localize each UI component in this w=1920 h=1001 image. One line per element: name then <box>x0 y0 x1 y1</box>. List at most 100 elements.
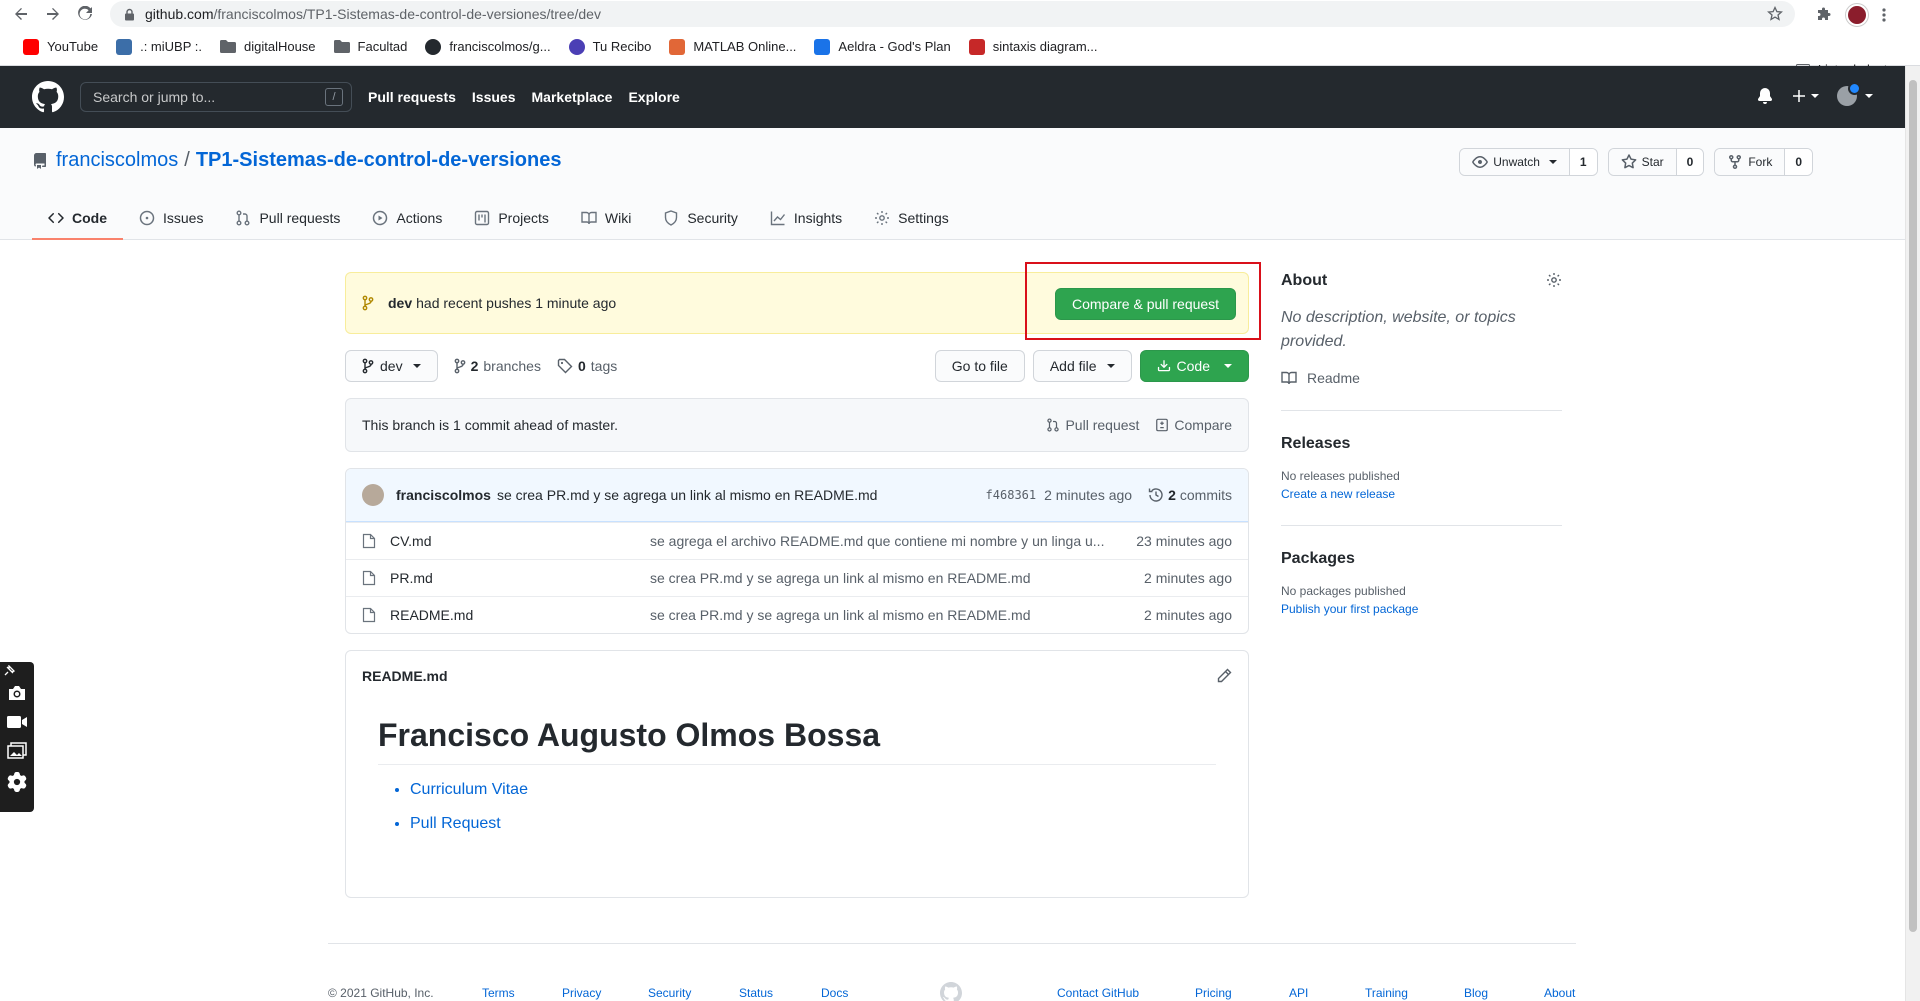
tab-code[interactable]: Code <box>32 198 123 240</box>
bookmark-star-icon[interactable] <box>1767 6 1783 22</box>
packages-title[interactable]: Packages <box>1281 550 1562 568</box>
extensions-puzzle-icon[interactable] <box>1816 7 1832 23</box>
address-bar[interactable]: github.com/franciscolmos/TP1-Sistemas-de… <box>110 1 1795 27</box>
file-row[interactable]: README.md se crea PR.md y se agrega un l… <box>346 596 1248 633</box>
search-input[interactable]: Search or jump to... / <box>80 82 352 112</box>
nav-pull-requests[interactable]: Pull requests <box>368 89 456 105</box>
footer-link-docs[interactable]: Docs <box>821 986 848 1000</box>
code-download-button[interactable]: Code <box>1139 350 1249 382</box>
releases-title[interactable]: Releases <box>1281 435 1562 453</box>
add-file-button[interactable]: Add file <box>1032 350 1132 382</box>
file-name-link[interactable]: CV.md <box>390 533 650 549</box>
reload-icon[interactable] <box>70 0 100 28</box>
compare-pull-request-button[interactable]: Compare & pull request <box>1055 288 1237 320</box>
user-menu[interactable] <box>1837 82 1873 106</box>
create-new-menu[interactable] <box>1791 88 1819 104</box>
scrollbar-thumb[interactable] <box>1909 80 1917 932</box>
tags-link[interactable]: 0 tags <box>557 358 617 374</box>
bookmark-digitalhouse[interactable]: digitalHouse <box>211 34 325 60</box>
bookmark-matlab[interactable]: MATLAB Online... <box>660 34 805 60</box>
camera-icon[interactable] <box>7 684 27 702</box>
readme-link-pr[interactable]: Pull Request <box>410 815 501 832</box>
chrome-menu-icon[interactable] <box>1882 7 1886 23</box>
file-commit-message[interactable]: se crea PR.md y se agrega un link al mis… <box>650 570 1110 586</box>
file-name-link[interactable]: PR.md <box>390 570 650 586</box>
gear-icon[interactable] <box>7 772 27 792</box>
tab-actions[interactable]: Actions <box>356 198 458 240</box>
bookmark-github[interactable]: franciscolmos/g... <box>416 34 559 60</box>
commit-author-link[interactable]: franciscolmos <box>396 487 491 503</box>
repo-name-link[interactable]: TP1-Sistemas-de-control-de-versiones <box>196 149 562 172</box>
pencil-icon[interactable] <box>1216 668 1232 684</box>
bookmark-tu-recibo[interactable]: Tu Recibo <box>560 34 661 60</box>
footer-link-about[interactable]: About <box>1544 986 1575 1000</box>
footer-link-pricing[interactable]: Pricing <box>1195 986 1232 1000</box>
folder-icon <box>219 40 236 53</box>
commit-sha-link[interactable]: f468361 <box>986 488 1037 502</box>
packages-section: Packages No packages published Publish y… <box>1281 550 1562 640</box>
tab-wiki[interactable]: Wiki <box>565 198 647 240</box>
footer-copyright: © 2021 GitHub, Inc. <box>328 986 434 1000</box>
publish-package-link[interactable]: Publish your first package <box>1281 602 1562 616</box>
file-name-link[interactable]: README.md <box>390 607 650 623</box>
gear-icon[interactable] <box>1546 272 1562 288</box>
footer-link-training[interactable]: Training <box>1365 986 1408 1000</box>
bookmark-youtube[interactable]: YouTube <box>14 34 107 60</box>
footer-link-contact[interactable]: Contact GitHub <box>1057 986 1139 1000</box>
bookmark-facultad[interactable]: Facultad <box>325 34 417 60</box>
branches-link[interactable]: 2 branches <box>454 358 541 374</box>
forward-icon[interactable] <box>38 0 68 28</box>
footer-link-security[interactable]: Security <box>648 986 691 1000</box>
create-release-link[interactable]: Create a new release <box>1281 487 1562 501</box>
github-mark-icon[interactable] <box>940 982 962 1001</box>
file-commit-message[interactable]: se crea PR.md y se agrega un link al mis… <box>650 607 1110 623</box>
fork-count[interactable]: 0 <box>1785 149 1812 175</box>
footer-link-api[interactable]: API <box>1289 986 1308 1000</box>
pull-request-link[interactable]: Pull request <box>1046 417 1139 433</box>
repo-actions: Unwatch 1 Star 0 Fork 0 <box>1459 148 1813 176</box>
ahead-text: This branch is 1 commit ahead of master. <box>362 417 618 433</box>
readme-link-cv[interactable]: Curriculum Vitae <box>410 781 528 798</box>
tab-security[interactable]: Security <box>647 198 754 240</box>
go-to-file-button[interactable]: Go to file <box>934 350 1025 382</box>
compare-link[interactable]: Compare <box>1155 417 1232 433</box>
pin-icon[interactable] <box>3 665 15 677</box>
footer-link-status[interactable]: Status <box>739 986 773 1000</box>
gallery-icon[interactable] <box>7 742 27 760</box>
footer-link-terms[interactable]: Terms <box>482 986 515 1000</box>
github-logo-icon[interactable] <box>32 81 64 113</box>
footer-link-privacy[interactable]: Privacy <box>562 986 601 1000</box>
branch-select-button[interactable]: dev <box>345 350 438 382</box>
star-button[interactable]: Star <box>1608 149 1677 175</box>
fork-button[interactable]: Fork <box>1715 149 1786 175</box>
nav-marketplace[interactable]: Marketplace <box>532 89 613 105</box>
page-scrollbar[interactable] <box>1905 66 1920 1001</box>
file-row[interactable]: CV.md se agrega el archivo README.md que… <box>346 522 1248 559</box>
bell-icon[interactable] <box>1757 88 1773 104</box>
video-camera-icon[interactable] <box>6 714 28 730</box>
tab-projects[interactable]: Projects <box>458 198 565 240</box>
bookmark-miubp[interactable]: .: miUBP :. <box>107 34 211 60</box>
watch-count[interactable]: 1 <box>1569 149 1597 175</box>
commits-history-link[interactable]: 2 commits <box>1148 487 1232 503</box>
commit-message-link[interactable]: se crea PR.md y se agrega un link al mis… <box>497 487 877 503</box>
tab-issues[interactable]: Issues <box>123 198 219 240</box>
file-commit-message[interactable]: se agrega el archivo README.md que conti… <box>650 533 1110 549</box>
tab-settings[interactable]: Settings <box>858 198 965 240</box>
back-icon[interactable] <box>6 0 36 28</box>
readme-link[interactable]: Readme <box>1281 370 1562 386</box>
bookmark-aeldra[interactable]: Aeldra - God's Plan <box>805 34 959 60</box>
footer-link-blog[interactable]: Blog <box>1464 986 1488 1000</box>
lock-icon <box>124 8 135 21</box>
repo-owner-link[interactable]: franciscolmos <box>56 149 178 172</box>
profile-avatar[interactable] <box>1846 4 1868 26</box>
nav-issues[interactable]: Issues <box>472 89 516 105</box>
nav-explore[interactable]: Explore <box>628 89 679 105</box>
avatar[interactable] <box>362 484 384 506</box>
file-row[interactable]: PR.md se crea PR.md y se agrega un link … <box>346 559 1248 596</box>
star-count[interactable]: 0 <box>1676 149 1704 175</box>
bookmark-sintaxis[interactable]: sintaxis diagram... <box>960 34 1107 60</box>
tab-insights[interactable]: Insights <box>754 198 858 240</box>
tab-pull-requests[interactable]: Pull requests <box>219 198 356 240</box>
unwatch-button[interactable]: Unwatch <box>1460 149 1570 175</box>
